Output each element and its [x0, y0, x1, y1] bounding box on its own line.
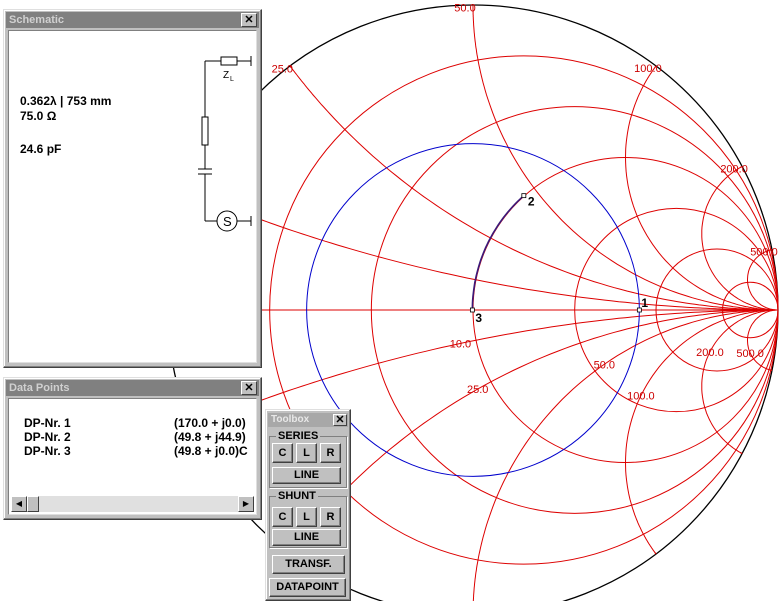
data-point-marker: [521, 193, 527, 199]
reactance-label: 25.0: [272, 63, 293, 75]
load-resistor-icon: [220, 56, 238, 66]
series-r-button[interactable]: R: [320, 443, 341, 463]
series-line-button[interactable]: LINE: [272, 467, 341, 484]
svg-text:S: S: [223, 214, 232, 229]
load-label: Z: [223, 70, 229, 81]
shunt-r-button[interactable]: R: [320, 507, 341, 527]
toolbox-title: Toolbox: [271, 414, 310, 425]
shunt-label: SHUNT: [276, 490, 318, 502]
reactance-label: 200.0: [696, 347, 724, 359]
shunt-c-button[interactable]: C: [272, 507, 293, 527]
data-points-window[interactable]: Data Points ✕ DP-Nr. 1 (170.0 + j0.0) DP…: [3, 377, 262, 520]
smith-labels: 25.0 50.0 100.0 200.0 500.0 10.0 25.0 50.0 100.0…: [272, 2, 778, 402]
scroll-right-icon[interactable]: ▶: [238, 496, 254, 512]
match-path: [471, 195, 525, 310]
data-points-close-button[interactable]: ✕: [241, 381, 257, 395]
data-points-title: Data Points: [9, 382, 70, 394]
series-c-button[interactable]: C: [272, 443, 293, 463]
list-item[interactable]: DP-Nr. 1: [24, 416, 71, 430]
toolbox-titlebar[interactable]: Toolbox ✕: [268, 413, 348, 427]
data-points-titlebar[interactable]: Data Points ✕: [6, 380, 259, 396]
schematic-titlebar[interactable]: Schematic ✕: [6, 12, 259, 28]
series-l-button[interactable]: L: [296, 443, 317, 463]
list-item-value: (49.8 + j44.9): [174, 430, 246, 444]
reactance-arc: [701, 166, 778, 311]
schematic-title: Schematic: [9, 14, 65, 26]
list-item[interactable]: DP-Nr. 3: [24, 444, 71, 458]
datapoint-button[interactable]: DATAPOINT: [269, 578, 346, 597]
list-item-value: (170.0 + j0.0): [174, 416, 246, 430]
toolbox-close-button[interactable]: ✕: [333, 414, 347, 426]
scroll-thumb[interactable]: [27, 496, 39, 512]
horizontal-scrollbar[interactable]: ◀ ▶: [11, 496, 254, 512]
reactance-arc: [624, 65, 778, 311]
line-length-text: 0.362λ | 753 mm: [20, 94, 112, 108]
data-point-label: 1: [641, 296, 648, 310]
reactance-label: 500.0: [736, 348, 764, 360]
reactance-label: 50.0: [594, 359, 615, 371]
reactance-label: 500.0: [750, 247, 778, 259]
series-label: SERIES: [276, 430, 321, 442]
transmission-line-icon: [201, 116, 209, 146]
toolbox-window[interactable]: Toolbox ✕ SERIES C L R LINE SHUNT C L R …: [265, 409, 351, 601]
reactance-label: 50.0: [454, 2, 475, 14]
capacitance-text: 24.6 pF: [20, 142, 62, 156]
shunt-l-button[interactable]: L: [296, 507, 317, 527]
data-points-list: DP-Nr. 1 (170.0 + j0.0) DP-Nr. 2 (49.8 +…: [8, 398, 257, 515]
shunt-line-button[interactable]: LINE: [272, 529, 341, 546]
schematic-window[interactable]: Schematic ✕ 0.362λ | 753 mm 75.0 Ω 24.6 …: [3, 9, 262, 368]
data-point-label: 2: [528, 195, 535, 209]
reactance-label: 25.0: [467, 384, 488, 396]
transf-button[interactable]: TRANSF.: [272, 555, 345, 574]
data-point-label: 3: [475, 311, 482, 325]
data-point-marker: [469, 307, 475, 313]
schematic-close-button[interactable]: ✕: [241, 13, 257, 27]
reactance-label: 100.0: [634, 63, 662, 75]
reactance-label: 100.0: [627, 391, 655, 403]
list-item[interactable]: DP-Nr. 2: [24, 430, 71, 444]
reactance-label: 10.0: [450, 338, 471, 350]
load-label-sub: L: [230, 76, 234, 83]
scroll-left-icon[interactable]: ◀: [11, 496, 27, 512]
schematic-canvas: 0.362λ | 753 mm 75.0 Ω 24.6 pF Z L S: [8, 30, 257, 363]
circuit-diagram: Z L S: [198, 56, 252, 232]
list-item-value: (49.8 + j0.0)C: [174, 444, 248, 458]
impedance-text: 75.0 Ω: [20, 109, 57, 123]
reactance-label: 200.0: [720, 163, 748, 175]
reactance-arc: [701, 309, 778, 454]
